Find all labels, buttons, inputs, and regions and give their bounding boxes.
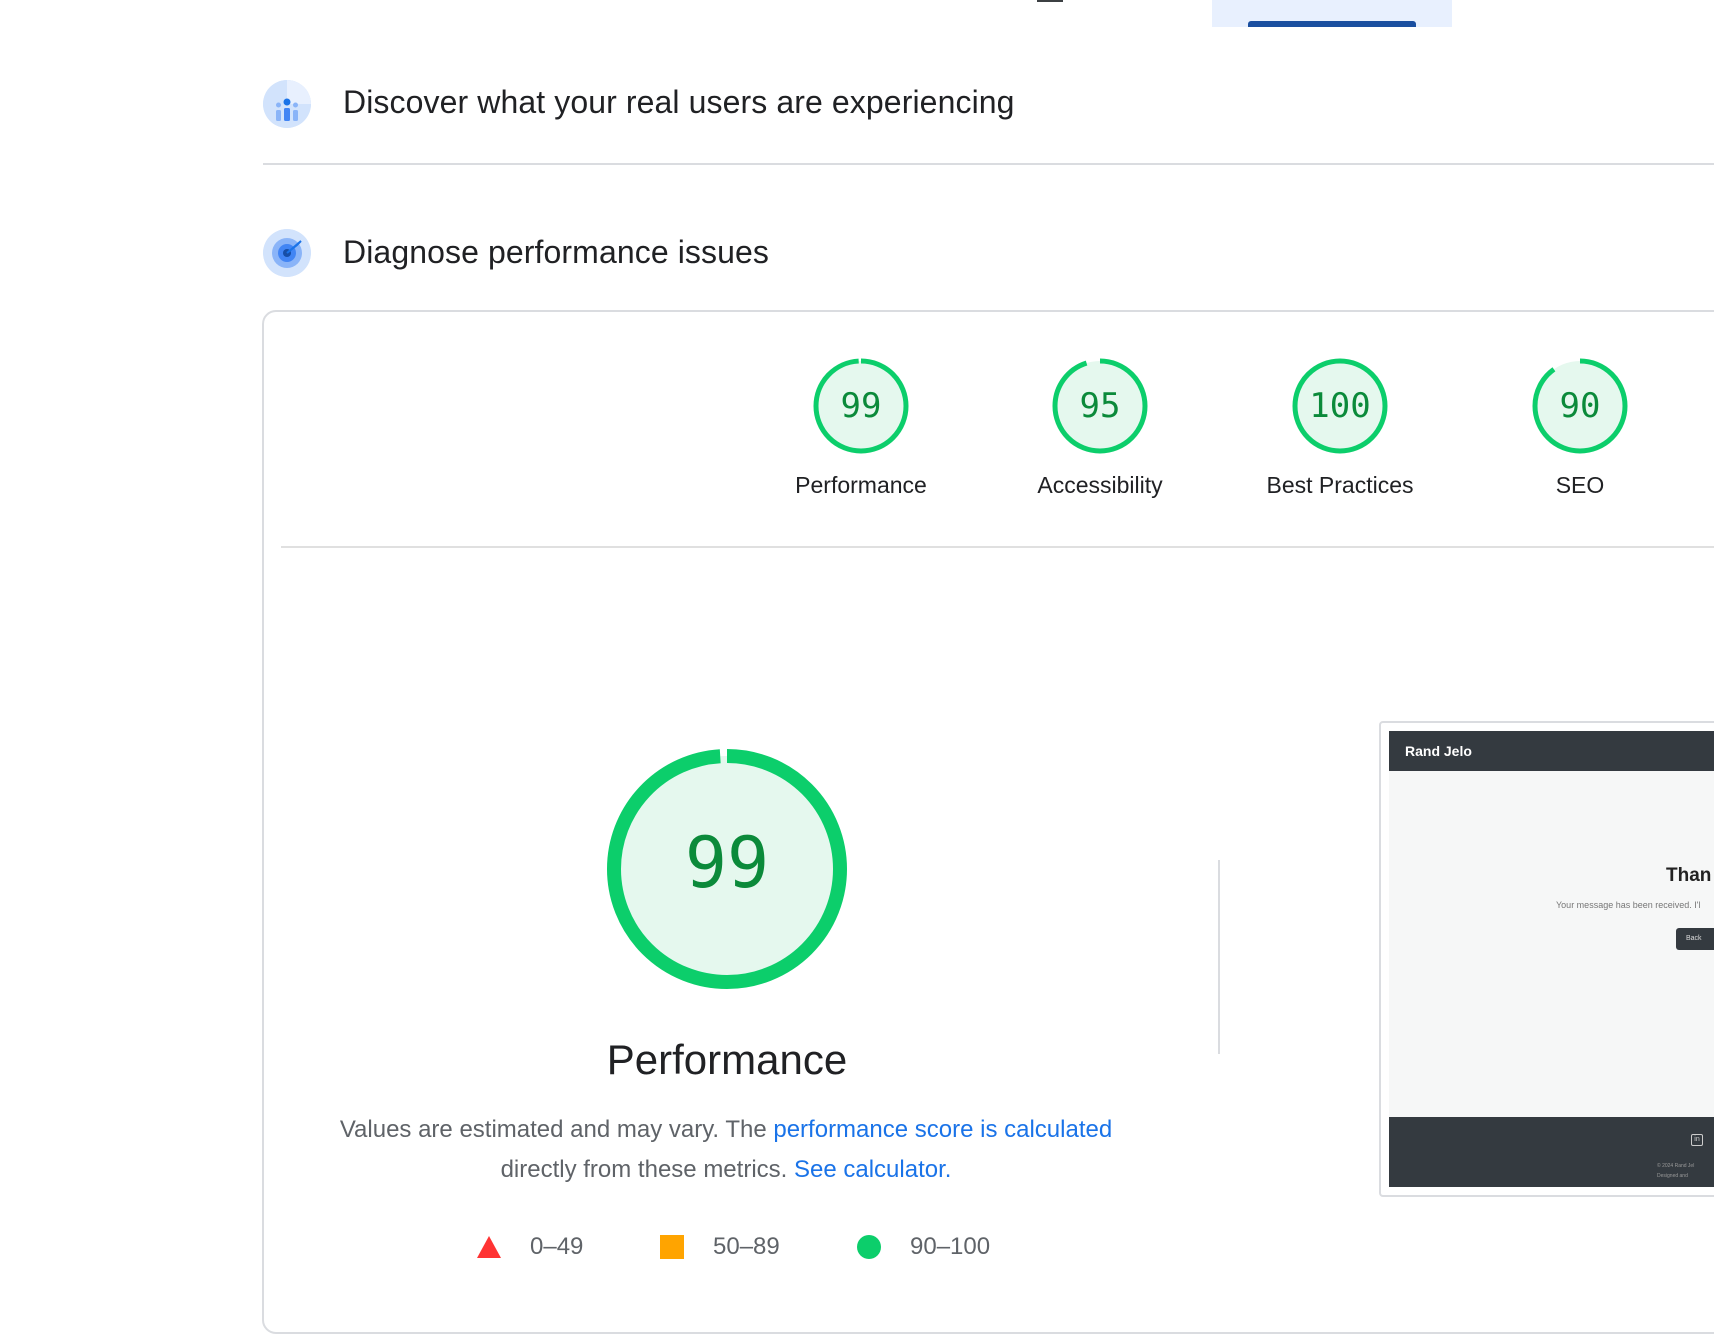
top-tab-marker [1037,0,1063,2]
score-calculated-link[interactable]: performance score is calculated [773,1116,1112,1143]
legend-range: 50–89 [713,1233,780,1260]
score-value: 95 [1079,386,1121,426]
performance-description: Values are estimated and may vary. The p… [300,1110,1152,1190]
section-divider [263,163,1714,165]
circle-pass-icon [857,1235,881,1259]
category-seo[interactable]: 90 SEO [1490,356,1670,499]
category-label: Best Practices [1266,472,1414,498]
category-best-practices[interactable]: 100 Best Practices [1250,356,1430,499]
category-label: Accessibility [1037,472,1163,498]
score-gauge: 90 [1530,356,1630,456]
description-text-2: directly from these metrics. [500,1156,794,1183]
linkedin-icon: in [1691,1134,1703,1146]
legend-pass: 90–100 [856,1232,990,1262]
final-screenshot[interactable]: Rand Jelo Than Your message has been rec… [1379,721,1714,1197]
category-performance[interactable]: 99 Performance [771,356,951,499]
score-gauge: 95 [1050,356,1150,456]
category-label: SEO [1555,472,1605,498]
legend-range: 0–49 [530,1233,584,1260]
crux-chart-icon [263,80,311,128]
screenshot-brand: Rand Jelo [1405,743,1472,759]
triangle-fail-icon [477,1236,501,1258]
screenshot-copyright: © 2024 Rand Jel Designed and [1657,1161,1694,1181]
compass-icon [263,229,311,277]
score-gauge: 99 [811,356,911,456]
screenshot-heading: Than [1666,865,1712,886]
score-value: 90 [1559,386,1601,426]
description-text: Values are estimated and may vary. The [339,1116,774,1143]
screenshot-back-button: Back [1676,928,1714,950]
legend-range: 90–100 [910,1233,991,1260]
section-title-diagnose: Diagnose performance issues [343,234,770,270]
legend-average: 50–89 [659,1232,780,1262]
performance-big-gauge: 99 [606,748,848,990]
designed-line: Designed and [1657,1173,1688,1179]
category-accessibility[interactable]: 95 Accessibility [1010,356,1190,499]
see-calculator-link[interactable]: See calculator. [794,1156,951,1183]
score-value: 99 [840,386,882,426]
vertical-separator [1218,860,1220,1054]
screenshot-footer: in © 2024 Rand Jel Designed and [1389,1117,1714,1187]
category-label: Performance [795,472,927,498]
top-active-tab-indicator [1248,21,1416,27]
square-average-icon [660,1235,684,1259]
section-title-real-users: Discover what your real users are experi… [343,84,1015,120]
legend-fail: 0–49 [476,1232,583,1262]
performance-score: 99 [684,822,770,904]
copyright-line: © 2024 Rand Jel [1657,1163,1695,1169]
screenshot-page: Rand Jelo Than Your message has been rec… [1389,731,1714,1187]
card-divider [281,546,1714,548]
screenshot-message: Your message has been received. I'l [1556,900,1701,910]
performance-title: Performance [606,1036,848,1083]
score-gauge: 100 [1290,356,1390,456]
score-value: 100 [1309,386,1371,426]
screenshot-navbar: Rand Jelo [1389,731,1714,771]
